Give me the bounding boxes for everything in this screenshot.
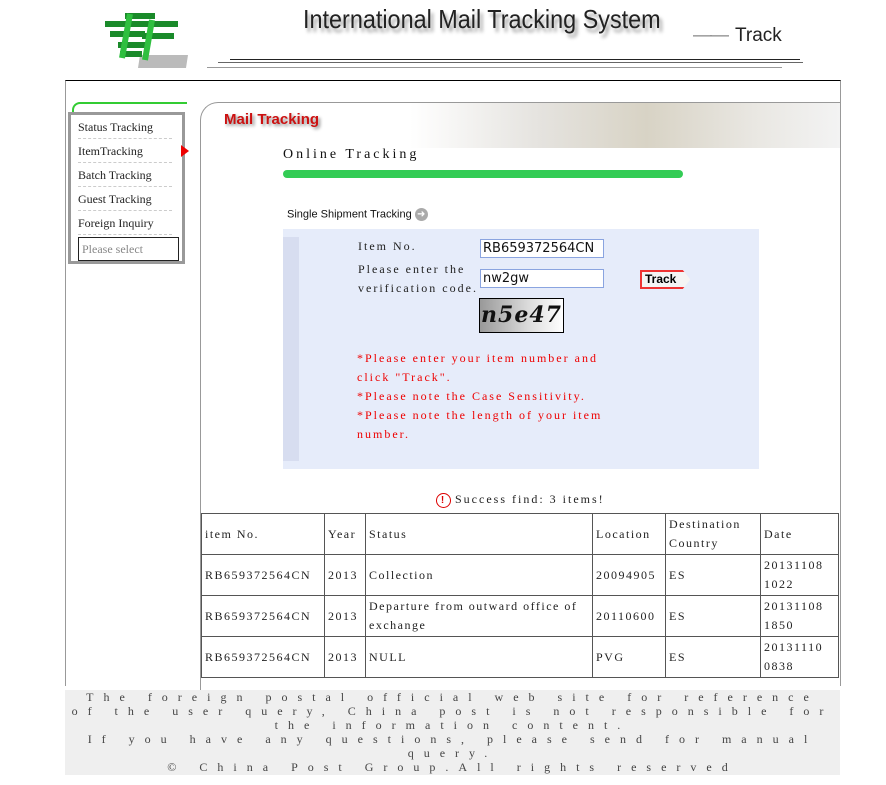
cell-year: 2013 — [324, 554, 366, 596]
alert-icon: ! — [436, 493, 451, 508]
sidebar-item-label: Guest Tracking — [78, 192, 152, 206]
track-button[interactable]: Track — [640, 270, 691, 289]
header-line — [218, 62, 803, 63]
sidebar-item-label: Status Tracking — [78, 120, 154, 134]
note: *Please note the Case Sensitivity. — [357, 389, 586, 403]
header-line — [230, 59, 800, 60]
inquiry-select[interactable]: Please select — [78, 237, 179, 261]
results-table: item No. Year Status Location Destinatio… — [201, 513, 839, 678]
success-message: ! Success find: 3 items! — [436, 492, 605, 508]
cell-status: Collection — [365, 554, 593, 596]
cell-location: PVG — [592, 636, 666, 678]
col-location: Location — [592, 513, 666, 555]
banner-title: Mail Tracking — [224, 111, 320, 128]
cell-destination: ES — [665, 554, 761, 596]
col-item-no: item No. — [201, 513, 325, 555]
cell-item-no: RB659372564CN — [201, 595, 325, 637]
table-row: RB659372564CN 2013 Collection 20094905 ES 201… — [201, 554, 839, 596]
captcha-image[interactable]: n5e47 — [479, 298, 564, 333]
section-title: Track — [735, 25, 782, 46]
page-heading: Online Tracking — [283, 147, 420, 162]
cell-date: 20131108 1850 — [760, 595, 839, 637]
success-text: Success find: 3 items! — [455, 492, 605, 506]
col-date: Date — [760, 513, 839, 555]
cell-year: 2013 — [324, 595, 366, 637]
table-row: RB659372564CN 2013 NULL PVG ES 20131110 0838 — [201, 636, 839, 678]
sidebar-item-guest-tracking[interactable]: Guest Tracking — [78, 187, 172, 211]
cell-location: 20094905 — [592, 554, 666, 596]
active-arrow-icon — [181, 145, 189, 157]
col-destination: Destination Country — [665, 513, 761, 555]
sidebar: Status Tracking ItemTracking Batch Track… — [68, 112, 189, 264]
heading-bar — [283, 170, 683, 178]
item-no-input[interactable]: RB659372564CN — [480, 239, 604, 258]
cell-year: 2013 — [324, 636, 366, 678]
header-line — [207, 67, 782, 68]
cell-date: 20131108 1022 — [760, 554, 839, 596]
site-title: International Mail Tracking System — [303, 4, 661, 34]
form-strip — [283, 237, 299, 461]
footer-contact: If you have any questions, please send f… — [87, 732, 818, 760]
cell-item-no: RB659372564CN — [201, 554, 325, 596]
table-header: item No. Year Status Location Destinatio… — [201, 513, 839, 555]
sidebar-item-label: ItemTracking — [78, 144, 143, 158]
cell-date: 20131110 0838 — [760, 636, 839, 678]
cell-destination: ES — [665, 595, 761, 637]
cell-location: 20110600 — [592, 595, 666, 637]
sidebar-item-label: Batch Tracking — [78, 168, 152, 182]
item-no-label: Item No. — [358, 239, 417, 253]
banner-image — [410, 103, 840, 148]
sub-heading: Single Shipment Tracking — [287, 208, 412, 221]
arrow-right-icon: ➜ — [414, 208, 428, 221]
table-row: RB659372564CN 2013 Departure from outward … — [201, 595, 839, 637]
sidebar-item-batch-tracking[interactable]: Batch Tracking — [78, 163, 172, 187]
cell-status: Departure from outward office of exchang… — [365, 595, 593, 637]
note: *Please enter your item number and click… — [357, 351, 598, 384]
verification-label: Please enter the verification code. — [358, 262, 478, 295]
sidebar-item-status-tracking[interactable]: Status Tracking — [78, 115, 172, 139]
section-label: —— Track — [693, 25, 782, 47]
sidebar-item-item-tracking[interactable]: ItemTracking — [78, 139, 189, 163]
cell-item-no: RB659372564CN — [201, 636, 325, 678]
section-prefix: —— — [693, 25, 729, 46]
footer-copyright: © China Post Group.All rights reserved — [167, 760, 738, 774]
instructions: *Please enter your item number and click… — [357, 349, 607, 444]
note: *Please note the length of your item num… — [357, 408, 603, 441]
footer-disclaimer: The foreign postal official web site for… — [71, 690, 834, 732]
sidebar-item-foreign-inquiry[interactable]: Foreign Inquiry — [78, 211, 172, 235]
cell-destination: ES — [665, 636, 761, 678]
sidebar-item-label: Foreign Inquiry — [78, 216, 154, 230]
col-year: Year — [324, 513, 366, 555]
col-status: Status — [365, 513, 593, 555]
cell-status: NULL — [365, 636, 593, 678]
footer: The foreign postal official web site for… — [65, 690, 840, 775]
verification-input[interactable]: nw2gw — [480, 269, 604, 288]
logo — [100, 10, 190, 68]
single-shipment-link[interactable]: Single Shipment Tracking ➜ — [287, 208, 428, 221]
